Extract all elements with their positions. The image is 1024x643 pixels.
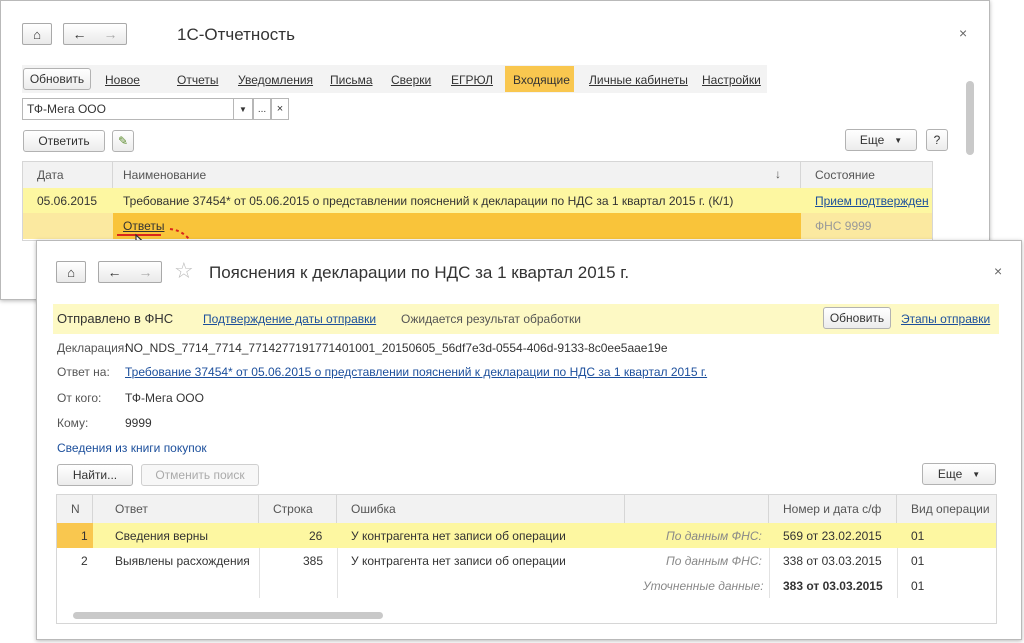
home-icon: ⌂ [33, 26, 41, 42]
from-label: От кого: [57, 391, 102, 405]
tab-personal-cabinets[interactable]: Личные кабинеты [589, 73, 688, 87]
horizontal-scrollbar[interactable] [73, 612, 383, 619]
row-number-date: 569 от 23.02.2015 [783, 529, 882, 543]
org-dropdown-button[interactable]: ▼ [233, 98, 253, 120]
more-button[interactable]: Еще ▼ [845, 129, 917, 151]
close-icon[interactable]: × [994, 263, 1002, 279]
row-op-type: 01 [911, 554, 925, 568]
tab-incoming[interactable]: Входящие [513, 73, 570, 87]
declaration-value: NO_NDS_7714_7714_7714277191771401001_201… [125, 341, 668, 355]
star-icon[interactable]: ☆ [174, 258, 194, 284]
tab-reports[interactable]: Отчеты [177, 73, 218, 87]
col-header-op-type[interactable]: Вид операции [897, 495, 996, 523]
refined-source: Уточненные данные: [643, 579, 764, 593]
chevron-down-icon: ▼ [239, 104, 247, 114]
col-header-answer[interactable]: Ответ [93, 495, 259, 523]
front-window: ⌂ ← → ☆ Пояснения к декларации по НДС за… [36, 240, 1022, 640]
forward-arrow-icon[interactable]: → [104, 26, 118, 42]
refined-op-type: 01 [911, 579, 925, 593]
reply-button[interactable]: Ответить [23, 130, 105, 152]
confirm-date-link[interactable]: Подтверждение даты отправки [203, 312, 376, 326]
row-error: У контрагента нет записи об операции [351, 529, 566, 543]
tab-letters[interactable]: Письма [330, 73, 373, 87]
col-header-error[interactable]: Ошибка [337, 495, 625, 523]
declaration-label: Декларация: [57, 341, 128, 355]
book-link[interactable]: Сведения из книги покупок [57, 441, 207, 455]
to-label: Кому: [57, 416, 89, 430]
edit-button[interactable]: ✎ [112, 130, 134, 152]
sort-arrow-icon: ↓ [775, 167, 781, 181]
org-select-button[interactable]: ... [253, 98, 271, 120]
col-separator [259, 548, 260, 598]
row-error: У контрагента нет записи об операции [351, 554, 566, 568]
tab-egrul[interactable]: ЕГРЮЛ [451, 73, 493, 87]
col-header-line[interactable]: Строка [259, 495, 337, 523]
row-number-date: 338 от 03.03.2015 [783, 554, 882, 568]
row-state-link[interactable]: Прием подтвержден [815, 194, 929, 208]
home-button[interactable]: ⌂ [22, 23, 52, 45]
col-separator [337, 548, 338, 598]
col-header-n[interactable]: N [57, 495, 93, 523]
col-header-number-date[interactable]: Номер и дата с/ф [769, 495, 897, 523]
col-header-source [625, 495, 769, 523]
row-answer: Выявлены расхождения [115, 554, 250, 568]
col-header-name[interactable]: Наименование [113, 162, 801, 188]
status-text: Отправлено в ФНС [57, 311, 174, 326]
subrow-highlight [113, 213, 801, 239]
cancel-search-button[interactable]: Отменить поиск [141, 464, 259, 486]
forward-arrow-icon[interactable]: → [139, 264, 153, 280]
org-field[interactable]: ТФ-Мега ООО [22, 98, 254, 120]
dropdown-triangle-icon: ▼ [894, 135, 903, 145]
more-button[interactable]: Еще ▼ [922, 463, 996, 485]
home-button[interactable]: ⌂ [56, 261, 86, 283]
help-button[interactable]: ? [926, 129, 948, 151]
back-arrow-icon[interactable]: ← [108, 264, 122, 280]
window-title: Пояснения к декларации по НДС за 1 кварт… [209, 263, 630, 282]
tab-reconciliations[interactable]: Сверки [391, 73, 431, 87]
row-line: 26 [309, 529, 323, 543]
nav-arrows: ← → [98, 261, 162, 283]
close-icon[interactable]: × [959, 25, 967, 41]
awaiting-text: Ожидается результат обработки [401, 312, 581, 326]
col-separator [897, 548, 898, 598]
stages-link[interactable]: Этапы отправки [901, 312, 990, 326]
pencil-icon: ✎ [117, 134, 129, 148]
subrow-state: ФНС 9999 [815, 219, 872, 233]
from-value: ТФ-Мега ООО [125, 391, 204, 405]
col-separator [769, 548, 770, 598]
org-value: ТФ-Мега ООО [27, 102, 106, 116]
home-icon: ⌂ [67, 264, 75, 280]
row-source: По данным ФНС: [666, 529, 762, 543]
reply-to-link[interactable]: Требование 37454* от 05.06.2015 о предст… [125, 365, 707, 379]
row-op-type: 01 [911, 529, 925, 543]
col-header-date[interactable]: Дата [23, 162, 113, 188]
find-button[interactable]: Найти... [57, 464, 133, 486]
row-name: Требование 37454* от 05.06.2015 о предст… [123, 194, 734, 208]
new-link[interactable]: Новое [105, 73, 140, 87]
refresh-button[interactable]: Обновить [823, 307, 891, 329]
refined-number-date: 383 от 03.03.2015 [783, 579, 883, 593]
tab-settings[interactable]: Настройки [702, 73, 761, 87]
nav-arrows: ← → [63, 23, 127, 45]
row-line: 385 [303, 554, 324, 568]
reply-to-label: Ответ на: [57, 365, 110, 379]
row-n: 2 [81, 554, 88, 568]
row-n: 1 [81, 529, 88, 543]
clear-icon: × [276, 103, 284, 115]
org-clear-button[interactable]: × [271, 98, 289, 120]
col-header-state[interactable]: Состояние [801, 162, 932, 188]
dropdown-triangle-icon: ▼ [972, 469, 981, 479]
to-value: 9999 [125, 416, 152, 430]
refresh-button[interactable]: Обновить [23, 68, 91, 90]
tab-notifications[interactable]: Уведомления [238, 73, 313, 87]
row-date: 05.06.2015 [37, 194, 98, 208]
window-title: 1С-Отчетность [177, 25, 295, 44]
row-source: По данным ФНС: [666, 554, 762, 568]
vertical-scrollbar[interactable] [966, 81, 974, 155]
back-arrow-icon[interactable]: ← [73, 26, 87, 42]
row-answer: Сведения верны [115, 529, 208, 543]
